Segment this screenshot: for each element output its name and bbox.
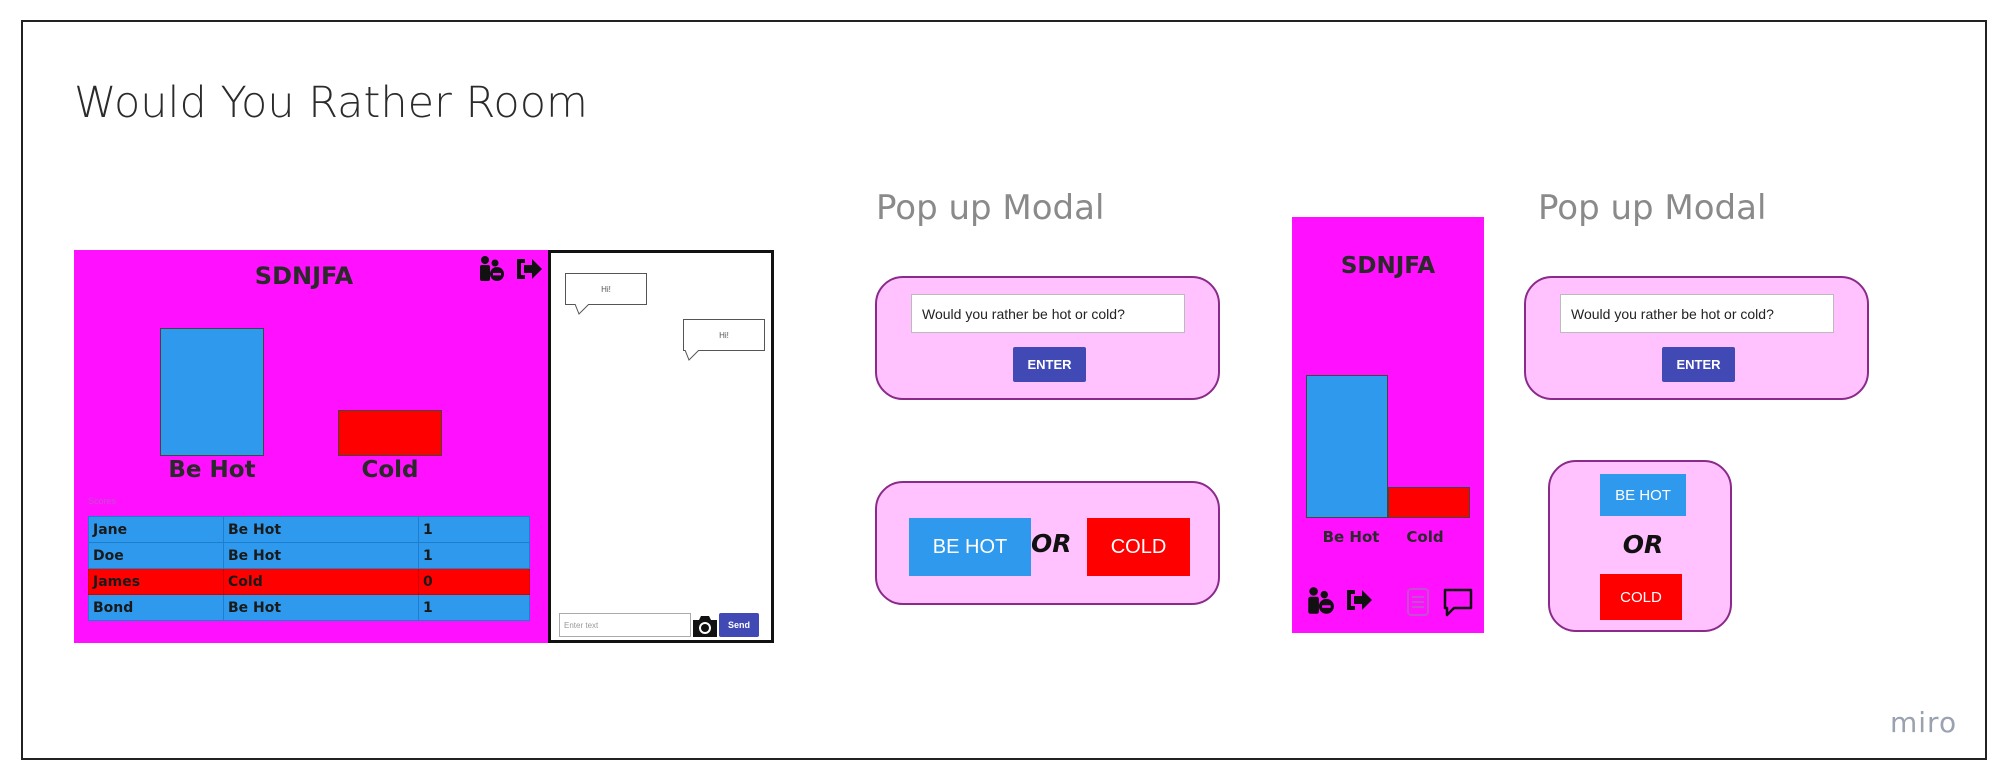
enter-button[interactable]: ENTER — [1662, 347, 1735, 382]
score-name: Jane — [88, 516, 224, 543]
be-hot-button[interactable]: BE HOT — [1600, 474, 1686, 516]
mobile-room-panel: SDNJFA Be Hot Cold — [1292, 217, 1484, 633]
or-label: OR — [1622, 530, 1664, 559]
score-choice: Cold — [223, 568, 419, 595]
users-icon[interactable] — [476, 254, 506, 284]
chat-bubble-tail — [685, 350, 700, 361]
desktop-room-panel: SDNJFA Be Hot Cold Scores Jane Be Hot 1 … — [74, 250, 548, 643]
chart-bar-be-hot — [160, 328, 264, 456]
users-icon[interactable] — [1304, 585, 1336, 617]
chat-bubble-tail — [575, 304, 590, 315]
page-title: Would You Rather Room — [74, 78, 588, 128]
room-code: SDNJFA — [254, 262, 354, 290]
enter-button[interactable]: ENTER — [1013, 347, 1086, 382]
score-choice: Be Hot — [223, 516, 419, 543]
score-points: 1 — [418, 594, 530, 621]
send-button[interactable]: Send — [719, 613, 759, 637]
chat-message: Hi! — [565, 273, 647, 305]
table-row: Doe Be Hot 1 — [88, 542, 530, 569]
score-points: 0 — [418, 568, 530, 595]
score-points: 1 — [418, 542, 530, 569]
cold-button[interactable]: COLD — [1087, 518, 1190, 576]
cold-button[interactable]: COLD — [1600, 574, 1682, 620]
miro-watermark: miro — [1890, 706, 1958, 739]
or-label: OR — [1031, 529, 1072, 558]
question-modal-left: Would you rather be hot or cold? ENTER — [875, 276, 1220, 400]
popup-title-right: Pop up Modal — [1538, 188, 1767, 228]
table-row: Bond Be Hot 1 — [88, 594, 530, 621]
score-name: Bond — [88, 594, 224, 621]
question-input[interactable]: Would you rather be hot or cold? — [911, 294, 1185, 333]
room-code: SDNJFA — [1340, 253, 1436, 279]
scores-table-wrap: Jane Be Hot 1 Doe Be Hot 1 James Cold 0 … — [88, 516, 530, 621]
list-icon[interactable] — [1404, 587, 1432, 617]
chat-panel: Hi! Hi! Enter text Send — [548, 250, 774, 643]
choice-modal-right: BE HOT OR COLD — [1548, 460, 1732, 632]
score-choice: Be Hot — [223, 594, 419, 621]
chat-message: Hi! — [683, 319, 765, 351]
camera-icon[interactable] — [691, 613, 719, 639]
choice-modal-left: BE HOT OR COLD — [875, 481, 1220, 605]
question-input[interactable]: Would you rather be hot or cold? — [1560, 294, 1834, 333]
chart-bar-cold — [1388, 487, 1470, 518]
chat-input[interactable]: Enter text — [559, 613, 691, 637]
scores-table: Jane Be Hot 1 Doe Be Hot 1 James Cold 0 … — [88, 516, 530, 621]
score-name: James — [88, 568, 224, 595]
be-hot-button[interactable]: BE HOT — [909, 518, 1031, 576]
logout-icon[interactable] — [1344, 587, 1374, 613]
chart-label-cold: Cold — [361, 457, 419, 483]
scores-caption: Scores — [88, 496, 117, 506]
table-row: James Cold 0 — [88, 568, 530, 595]
chart-bar-be-hot — [1306, 375, 1388, 518]
chart-label-be-hot: Be Hot — [168, 457, 256, 483]
logout-icon[interactable] — [514, 256, 544, 282]
chat-icon[interactable] — [1442, 587, 1474, 617]
chart-label-cold: Cold — [1406, 528, 1444, 546]
score-points: 1 — [418, 516, 530, 543]
score-name: Doe — [88, 542, 224, 569]
question-modal-right: Would you rather be hot or cold? ENTER — [1524, 276, 1869, 400]
chart-bar-cold — [338, 410, 442, 456]
popup-title-left: Pop up Modal — [876, 188, 1105, 228]
table-row: Jane Be Hot 1 — [88, 516, 530, 543]
score-choice: Be Hot — [223, 542, 419, 569]
